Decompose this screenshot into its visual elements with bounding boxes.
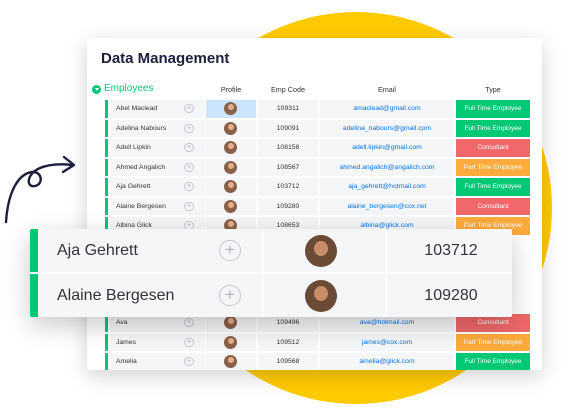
- group-color-bar: [105, 353, 108, 370]
- avatar: [224, 316, 237, 329]
- column-header-type[interactable]: Type: [456, 85, 530, 94]
- zoomed-table-row[interactable]: Alaine Bergesen +109280: [30, 274, 512, 317]
- profile-cell[interactable]: [206, 139, 256, 157]
- email-link[interactable]: ahmed.angalich@angalich.com: [320, 158, 454, 176]
- type-status-label[interactable]: Part Time Employee: [456, 158, 530, 176]
- emp-code-cell[interactable]: 109311: [258, 100, 318, 118]
- item-name[interactable]: Aja Gehrett: [57, 229, 138, 272]
- add-update-icon[interactable]: +: [184, 104, 194, 113]
- avatar: [224, 180, 237, 193]
- email-link[interactable]: adelina_nabours@gmail.com: [320, 119, 454, 137]
- email-link[interactable]: alaine_bergesen@cox.net: [320, 197, 454, 215]
- add-update-icon[interactable]: +: [184, 357, 194, 366]
- add-update-icon[interactable]: +: [184, 162, 194, 172]
- avatar: [305, 280, 337, 312]
- column-divider: [262, 229, 264, 272]
- group-color-bar: [105, 119, 108, 137]
- type-status-label[interactable]: Part Time Employee: [456, 333, 530, 351]
- board-title: Data Management: [101, 50, 230, 67]
- curly-arrow-icon: [4, 155, 76, 224]
- type-status-label[interactable]: Consultant: [456, 139, 530, 157]
- email-link[interactable]: amaclead@gmail.com: [320, 100, 454, 118]
- email-link[interactable]: amelia@glick.com: [320, 353, 454, 370]
- add-update-icon[interactable]: +: [219, 285, 241, 306]
- emp-code-cell[interactable]: 103712: [258, 178, 318, 196]
- table-row[interactable]: James +109512 james@cox.com Part Time Emplo…: [87, 333, 542, 351]
- column-divider: [385, 229, 387, 272]
- profile-cell[interactable]: [206, 197, 256, 215]
- group-color-bar: [30, 229, 38, 272]
- group-color-bar: [105, 158, 108, 176]
- emp-code-cell[interactable]: 109091: [258, 119, 318, 137]
- group-color-bar: [105, 197, 108, 215]
- item-name[interactable]: Alaine Bergesen: [57, 274, 174, 317]
- avatar: [224, 121, 237, 135]
- column-header-profile[interactable]: Profile: [206, 85, 256, 94]
- type-status-label[interactable]: Full Time Employee: [456, 100, 530, 118]
- type-status-label[interactable]: Full Time Employee: [456, 178, 530, 196]
- emp-code-cell[interactable]: 109568: [258, 353, 318, 370]
- group-collapse-icon[interactable]: [92, 85, 101, 94]
- add-update-icon[interactable]: +: [184, 337, 194, 347]
- avatar: [305, 235, 337, 267]
- emp-code-cell[interactable]: 109280: [258, 197, 318, 215]
- avatar: [224, 335, 237, 349]
- zoomed-rows-card: Aja Gehrett +103712 Alaine Bergesen +109280: [30, 229, 512, 317]
- table-row[interactable]: Alaine Bergesen +109280 alaine_bergesen@co…: [87, 197, 542, 215]
- profile-cell[interactable]: [206, 100, 256, 118]
- profile-cell[interactable]: [206, 158, 256, 176]
- group-color-bar: [105, 139, 108, 157]
- add-update-icon[interactable]: +: [184, 318, 194, 327]
- zoomed-table-row[interactable]: Aja Gehrett +103712: [30, 229, 512, 272]
- column-header-emp-code[interactable]: Emp Code: [258, 85, 318, 94]
- table-row[interactable]: Aja Gehrett +103712 aja_gehrett@hotmail.co…: [87, 178, 542, 196]
- table-row[interactable]: Amelia +109568 amelia@glick.com Full Time E…: [87, 353, 542, 370]
- board: Data Management Employees Profile Emp Co…: [87, 38, 542, 370]
- group-color-bar: [105, 178, 108, 196]
- table-row[interactable]: Abel Maclead +109311 amaclead@gmail.com Ful…: [87, 100, 542, 118]
- add-update-icon[interactable]: +: [184, 182, 194, 191]
- emp-code-cell[interactable]: 103712: [390, 229, 512, 272]
- avatar: [224, 199, 237, 213]
- add-update-icon[interactable]: +: [184, 201, 194, 211]
- emp-code-cell[interactable]: 109512: [258, 333, 318, 351]
- type-status-label[interactable]: Full Time Employee: [456, 353, 530, 370]
- type-status-label[interactable]: Consultant: [456, 197, 530, 215]
- profile-cell[interactable]: [206, 119, 256, 137]
- type-status-label[interactable]: Full Time Employee: [456, 119, 530, 137]
- group-color-bar: [30, 274, 38, 317]
- emp-code-cell[interactable]: 108567: [258, 158, 318, 176]
- avatar: [224, 102, 237, 115]
- group-color-bar: [105, 100, 108, 118]
- table-header: Employees Profile Emp Code Email Type: [87, 81, 542, 99]
- add-update-icon[interactable]: +: [219, 240, 241, 261]
- profile-cell[interactable]: [206, 353, 256, 370]
- profile-cell[interactable]: [206, 333, 256, 351]
- email-link[interactable]: james@cox.com: [320, 333, 454, 351]
- profile-cell[interactable]: [206, 178, 256, 196]
- add-update-icon[interactable]: +: [184, 143, 194, 152]
- column-divider: [262, 274, 264, 317]
- email-link[interactable]: adell.lipkin@gmail.com: [320, 139, 454, 157]
- table-row[interactable]: Ahmed Angalich +108567 ahmed.angalich@anga…: [87, 158, 542, 176]
- group-color-bar: [105, 333, 108, 351]
- emp-code-cell[interactable]: 108158: [258, 139, 318, 157]
- add-update-icon[interactable]: +: [184, 123, 194, 133]
- table-row[interactable]: Adell Lipkin +108158 adell.lipkin@gmail.co…: [87, 139, 542, 157]
- group-name[interactable]: Employees: [104, 83, 153, 94]
- email-link[interactable]: aja_gehrett@hotmail.com: [320, 178, 454, 196]
- avatar: [224, 160, 237, 174]
- avatar: [224, 141, 237, 154]
- column-header-email[interactable]: Email: [320, 85, 454, 94]
- table-row[interactable]: Adelina Nabours +109091 adelina_nabours@gm…: [87, 119, 542, 137]
- avatar: [224, 355, 237, 368]
- column-divider: [385, 274, 387, 317]
- emp-code-cell[interactable]: 109280: [390, 274, 512, 317]
